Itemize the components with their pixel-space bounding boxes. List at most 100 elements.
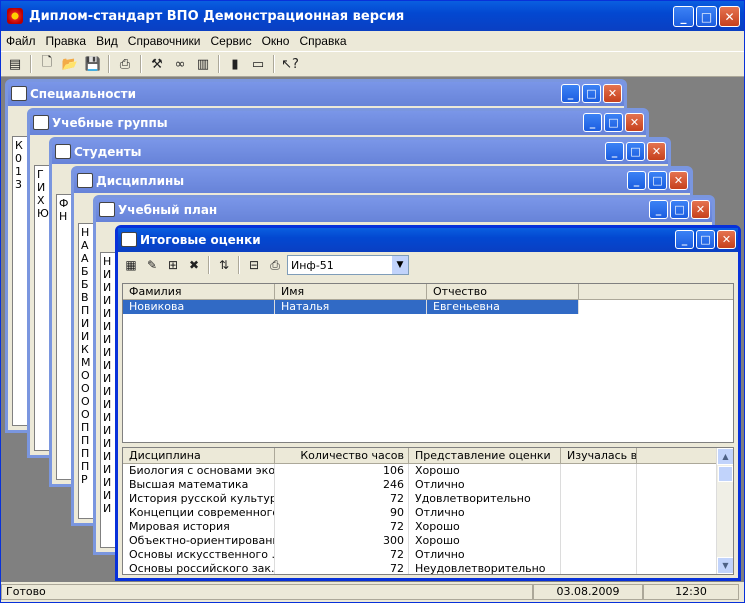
maximize-button[interactable]: □ (648, 171, 667, 190)
table-header: Фамилия Имя Отчество (123, 284, 733, 300)
open-folder-icon[interactable]: 📂 (60, 54, 80, 74)
cell: Хорошо (409, 520, 561, 534)
menu-window[interactable]: Окно (257, 34, 295, 48)
minimize-button[interactable]: _ (583, 113, 602, 132)
menu-references[interactable]: Справочники (123, 34, 206, 48)
cell: 72 (275, 520, 409, 534)
window-final-grades[interactable]: Итоговые оценки _ □ ✕ ▦ ✎ ⊞ ✖ ⇅ ⊟ ⎙ Инф-51… (115, 225, 741, 581)
close-button[interactable]: ✕ (603, 84, 622, 103)
scroll-down-icon[interactable]: ▼ (717, 557, 733, 574)
new-document-icon[interactable]: 🗋 (37, 54, 57, 74)
scroll-thumb[interactable] (718, 466, 733, 482)
table-row[interactable]: Основы искусственного ... 72 Отлично (123, 548, 733, 562)
table-row[interactable]: Концепции современного... 90 Отлично (123, 506, 733, 520)
window-icon (55, 144, 71, 159)
column-header[interactable]: Представление оценки (409, 448, 561, 463)
add-record-icon[interactable]: ▦ (122, 256, 140, 274)
filter-icon[interactable]: ⇅ (215, 256, 233, 274)
column-header[interactable]: Количество часов (275, 448, 409, 463)
menu-view[interactable]: Вид (91, 34, 123, 48)
menu-service[interactable]: Сервис (205, 34, 256, 48)
table-row[interactable]: Высшая математика 246 Отлично (123, 478, 733, 492)
cell: Отлично (409, 506, 561, 520)
minimize-button[interactable]: _ (561, 84, 580, 103)
chevron-down-icon[interactable]: ▼ (392, 256, 408, 274)
binoculars-icon[interactable]: ∞ (170, 54, 190, 74)
group-select[interactable]: Инф-51 ▼ (287, 255, 409, 275)
window-title: Дисциплины (96, 174, 185, 188)
maximize-button[interactable]: □ (582, 84, 601, 103)
minimize-button[interactable]: _ (675, 230, 694, 249)
toolbar-separator (238, 256, 240, 274)
edit-record-icon[interactable]: ✎ (143, 256, 161, 274)
report-icon[interactable]: ▭ (248, 54, 268, 74)
status-date: 03.08.2009 (533, 584, 643, 600)
maximize-button[interactable]: □ (604, 113, 623, 132)
vertical-scrollbar[interactable]: ▲ ▼ (716, 448, 733, 574)
students-table: Фамилия Имя Отчество Новикова Наталья Ев… (122, 283, 734, 443)
close-button[interactable]: ✕ (691, 200, 710, 219)
cell (561, 464, 637, 478)
cell: Объектно-ориентированн... (123, 534, 275, 548)
cell: 90 (275, 506, 409, 520)
close-button[interactable]: ✕ (669, 171, 688, 190)
cell: Отлично (409, 548, 561, 562)
toolbar-separator (218, 55, 220, 73)
window-icon (33, 115, 49, 130)
maximize-button[interactable]: □ (626, 142, 645, 161)
scroll-up-icon[interactable]: ▲ (717, 448, 733, 465)
cell: 106 (275, 464, 409, 478)
column-header[interactable]: Фамилия (123, 284, 275, 299)
cell: Мировая история (123, 520, 275, 534)
cell: Отлично (409, 478, 561, 492)
table-row[interactable]: Основы российского зак... 72 Неудовлетвори… (123, 562, 733, 574)
save-icon[interactable]: 💾 (83, 54, 103, 74)
close-button[interactable]: ✕ (625, 113, 644, 132)
cell (561, 534, 637, 548)
maximize-button[interactable]: □ (696, 6, 717, 27)
cell: Концепции современного... (123, 506, 275, 520)
close-button[interactable]: ✕ (717, 230, 736, 249)
print-icon[interactable]: ⎙ (115, 54, 135, 74)
menu-help[interactable]: Справка (294, 34, 351, 48)
menu-edit[interactable]: Правка (41, 34, 92, 48)
tools-icon[interactable]: ⚒ (147, 54, 167, 74)
minimize-button[interactable]: _ (627, 171, 646, 190)
table-row[interactable]: Новикова Наталья Евгеньевна (123, 300, 733, 314)
chart-icon[interactable]: ▮ (225, 54, 245, 74)
column-header[interactable]: Имя (275, 284, 427, 299)
toolbar-separator (208, 256, 210, 274)
list-icon[interactable]: ▤ (5, 54, 25, 74)
cell: 72 (275, 492, 409, 506)
print-icon[interactable]: ⎙ (266, 256, 284, 274)
cell: Основы искусственного ... (123, 548, 275, 562)
close-button[interactable]: ✕ (719, 6, 740, 27)
copy-record-icon[interactable]: ⊞ (164, 256, 182, 274)
minimize-button[interactable]: _ (605, 142, 624, 161)
column-header[interactable]: Дисциплина (123, 448, 275, 463)
table-icon[interactable]: ⊟ (245, 256, 263, 274)
minimize-button[interactable]: _ (649, 200, 668, 219)
help-pointer-icon[interactable]: ↖? (280, 54, 300, 74)
books-icon[interactable]: ▥ (193, 54, 213, 74)
cell (561, 520, 637, 534)
title-bar[interactable]: Диплом-стандарт ВПО Демонстрационная вер… (1, 1, 744, 31)
cell: 246 (275, 478, 409, 492)
minimize-button[interactable]: _ (673, 6, 694, 27)
column-header[interactable]: Отчество (427, 284, 579, 299)
column-header[interactable]: Изучалась в (561, 448, 637, 463)
table-row[interactable]: Биология с основами эко... 106 Хорошо (123, 464, 733, 478)
close-button[interactable]: ✕ (647, 142, 666, 161)
maximize-button[interactable]: □ (696, 230, 715, 249)
maximize-button[interactable]: □ (670, 200, 689, 219)
window-icon (77, 173, 93, 188)
window-title: Учебные группы (52, 116, 168, 130)
app-flower-icon (7, 8, 23, 24)
window-title: Специальности (30, 87, 137, 101)
table-row[interactable]: Объектно-ориентированн... 300 Хорошо (123, 534, 733, 548)
table-row[interactable]: История русской культуры 72 Удовлетворител… (123, 492, 733, 506)
table-row[interactable]: Мировая история 72 Хорошо (123, 520, 733, 534)
menu-file[interactable]: Файл (1, 34, 41, 48)
window-title: Студенты (74, 145, 142, 159)
delete-record-icon[interactable]: ✖ (185, 256, 203, 274)
